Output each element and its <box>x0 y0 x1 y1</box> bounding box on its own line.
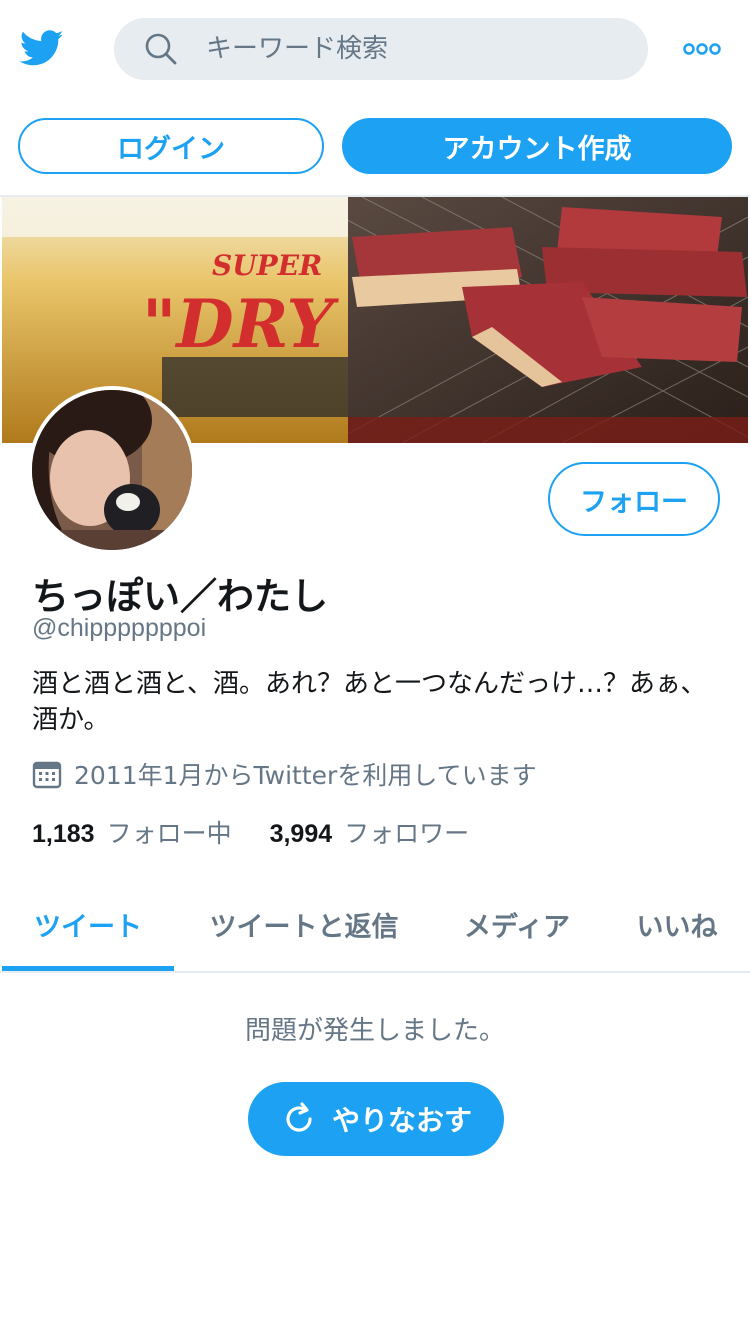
join-date-text: 2011年1月からTwitterを利用しています <box>74 761 537 790</box>
retry-label: やりなおす <box>331 1104 472 1137</box>
tab-tweets[interactable]: ツイート <box>2 876 174 972</box>
profile-tabs: ツイート ツイートと返信 メディア いいね <box>0 876 750 972</box>
search-icon <box>145 33 177 65</box>
svg-text:SUPER: SUPER <box>212 249 322 282</box>
error-message: 問題が発生しました。 <box>244 1016 505 1046</box>
login-button[interactable]: ログイン <box>18 118 324 174</box>
followers-label: フォロワー <box>344 819 470 848</box>
following-label: フォロー中 <box>106 819 232 848</box>
signup-button[interactable]: アカウント作成 <box>342 118 732 174</box>
refresh-icon <box>286 1102 312 1132</box>
more-dots-icon[interactable] <box>682 40 722 58</box>
user-handle: @chipppppppoi <box>32 614 207 642</box>
top-bar <box>0 0 750 98</box>
auth-bar: ログイン アカウント作成 <box>0 116 750 176</box>
profile-bio: 酒と酒と酒と、酒。あれ？あと一つなんだっけ…？あぁ、酒か。 <box>32 669 707 735</box>
join-date: 2011年1月からTwitterを利用しています <box>32 756 537 792</box>
tab-tweets-and-replies[interactable]: ツイートと返信 <box>190 876 418 972</box>
svg-text:"DRY: "DRY <box>142 285 339 363</box>
tab-likes[interactable]: いいね <box>620 876 734 972</box>
followers-stat[interactable]: 3,994 フォロワー <box>270 814 470 850</box>
following-count: 1,183 <box>32 820 95 848</box>
twitter-bird-icon[interactable] <box>18 26 66 70</box>
calendar-icon <box>32 761 62 789</box>
display-name: ちっぽい／わたし <box>32 575 328 618</box>
following-stat[interactable]: 1,183 フォロー中 <box>32 814 232 850</box>
avatar[interactable] <box>28 386 196 554</box>
search-box[interactable] <box>114 18 648 80</box>
retry-button[interactable]: やりなおす <box>248 1082 504 1156</box>
followers-count: 3,994 <box>269 820 333 848</box>
tabs-divider <box>0 971 750 973</box>
search-input[interactable] <box>206 18 626 80</box>
follow-button[interactable]: フォロー <box>548 462 720 536</box>
avatar-image <box>32 390 192 550</box>
tab-media[interactable]: メディア <box>446 876 588 972</box>
follow-stats: 1,183 フォロー中 3,994 フォロワー <box>32 814 469 850</box>
